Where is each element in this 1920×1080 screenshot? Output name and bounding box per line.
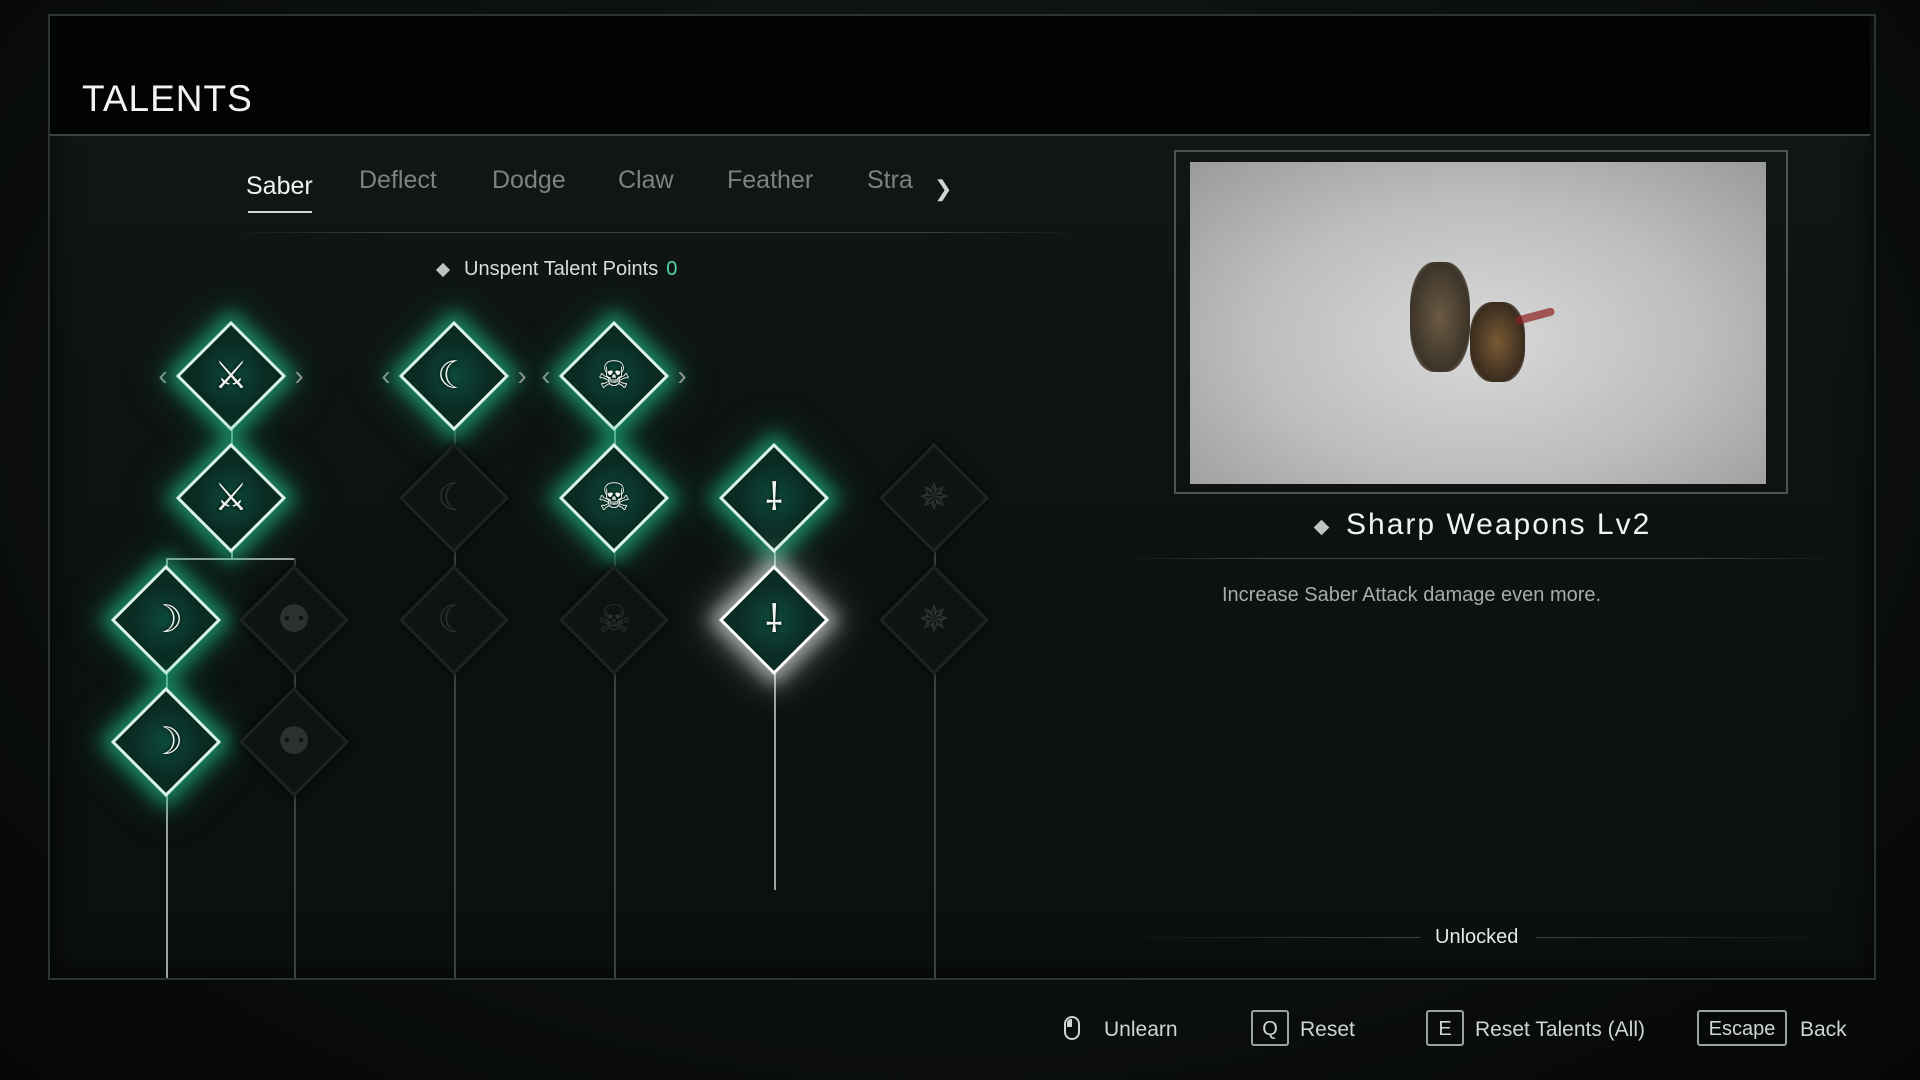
points-value: 0 — [666, 258, 678, 280]
skull-dagger-icon: ☠ — [596, 355, 632, 397]
tab-saber[interactable]: Saber — [246, 172, 313, 201]
points-label: Unspent Talent Points — [464, 258, 659, 280]
chevron-right-icon[interactable]: › — [517, 360, 526, 392]
chevron-right-icon[interactable]: › — [294, 360, 303, 392]
blade-swirl-icon: ⚔ — [213, 477, 249, 519]
divider — [1536, 937, 1836, 938]
tab-deflect[interactable]: Deflect — [359, 166, 437, 195]
reset-all-hint[interactable]: Reset Talents (All) — [1475, 1018, 1645, 1042]
diamond-icon — [435, 262, 451, 277]
page-title: TALENTS — [82, 78, 253, 119]
chevron-left-icon[interactable]: ‹ — [541, 360, 550, 392]
connector — [454, 650, 456, 978]
talon-icon: ☾ — [436, 477, 472, 519]
skill-preview-image — [1190, 162, 1766, 484]
connector — [934, 650, 936, 978]
divider — [1120, 937, 1420, 938]
pinwheel-icon: ✵ — [918, 599, 950, 641]
skill-name: Sharp Weapons Lv2 — [1346, 508, 1652, 541]
mouse-icon — [1064, 1016, 1080, 1040]
connector — [166, 558, 296, 560]
warrior-figure — [1410, 262, 1470, 372]
talon-icon: ☾ — [436, 599, 472, 641]
enemy-figure — [1470, 302, 1525, 382]
connector — [614, 650, 616, 978]
saber-icon: ⸸ — [765, 477, 783, 519]
pinwheel-icon: ✵ — [918, 477, 950, 519]
q-key[interactable]: Q — [1251, 1010, 1289, 1046]
clawed-figure-icon: ⚉ — [276, 599, 312, 641]
crescent-slash-icon: ☽ — [148, 721, 184, 763]
header-bar — [50, 16, 1870, 136]
skull-dagger-icon: ☠ — [596, 599, 632, 641]
chevron-right-icon[interactable]: ❯ — [934, 176, 952, 202]
skull-dagger-icon: ☠ — [596, 477, 632, 519]
chevron-right-icon[interactable]: › — [677, 360, 686, 392]
tab-claw[interactable]: Claw — [618, 166, 674, 195]
unspent-points: Unspent Talent Points 0 — [435, 258, 678, 281]
status-badge: Unlocked — [1435, 926, 1519, 948]
clawed-figure-icon: ⚉ — [276, 721, 312, 763]
talon-icon: ☾ — [436, 355, 472, 397]
chevron-left-icon[interactable]: ‹ — [381, 360, 390, 392]
skill-description: Increase Saber Attack damage even more. — [1222, 584, 1602, 606]
connector — [166, 772, 168, 978]
tab-divider — [230, 232, 1080, 233]
crescent-slash-icon: ☽ — [148, 599, 184, 641]
tab-feather[interactable]: Feather — [727, 166, 813, 195]
chevron-left-icon[interactable]: ‹ — [158, 360, 167, 392]
active-tab-indicator — [248, 211, 312, 213]
unlearn-hint[interactable]: Unlearn — [1104, 1018, 1178, 1042]
connector — [774, 650, 776, 890]
e-key[interactable]: E — [1426, 1010, 1464, 1046]
divider — [1120, 558, 1840, 559]
connector — [294, 772, 296, 978]
saber-icon: ⸸ — [765, 599, 783, 641]
reset-hint[interactable]: Reset — [1300, 1018, 1355, 1042]
tab-dodge[interactable]: Dodge — [492, 166, 566, 195]
back-hint[interactable]: Back — [1800, 1018, 1847, 1042]
blood-splash — [1514, 306, 1556, 326]
tab-stra[interactable]: Stra — [867, 166, 913, 195]
escape-key[interactable]: Escape — [1697, 1010, 1787, 1046]
blade-swirl-icon: ⚔ — [213, 355, 249, 397]
